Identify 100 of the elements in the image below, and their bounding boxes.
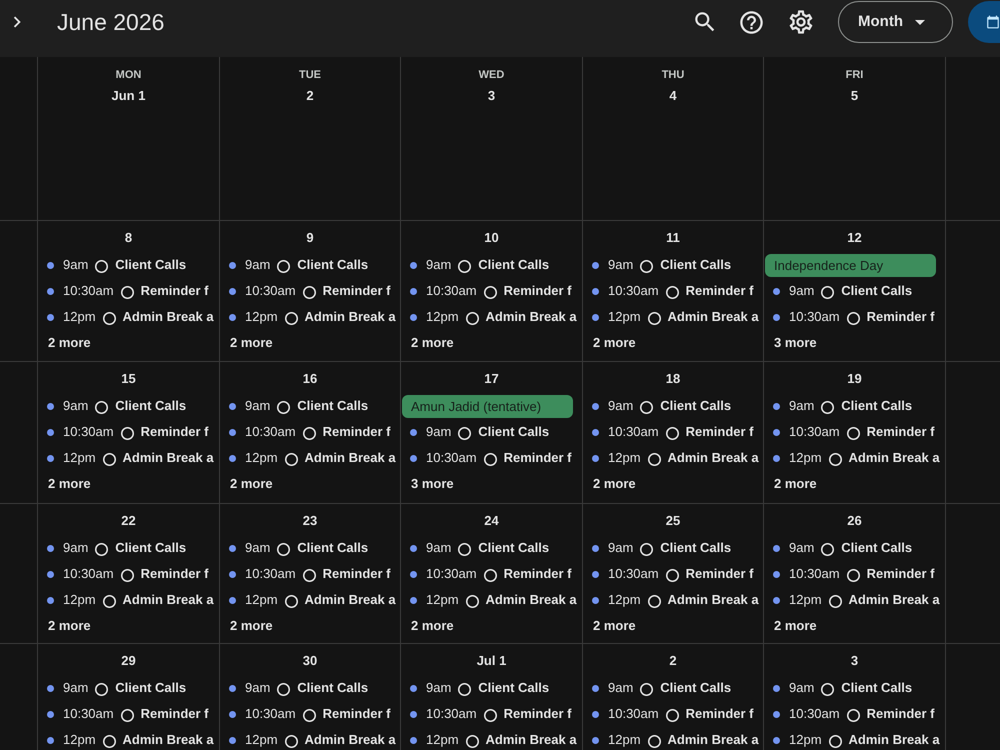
more-events-link[interactable]: 2 more — [48, 618, 91, 634]
event-item[interactable]: 12pm Admin Break a — [592, 592, 759, 608]
more-events-link[interactable]: 2 more — [48, 335, 91, 351]
event-item[interactable]: 12pm Admin Break a — [47, 592, 214, 608]
more-events-link[interactable]: 2 more — [411, 335, 454, 351]
event-item[interactable]: 9am Client Calls — [592, 257, 732, 273]
date-number[interactable]: 5 — [850, 88, 858, 104]
event-item[interactable]: 10:30am Reminder f — [47, 424, 208, 440]
event-item[interactable]: 9am Client Calls — [47, 680, 186, 696]
event-item[interactable]: 9am Client Calls — [47, 257, 186, 273]
date-number[interactable]: 11 — [666, 230, 680, 246]
event-item[interactable]: 12pm Admin Break a — [47, 732, 214, 748]
date-number[interactable]: 24 — [484, 513, 499, 529]
event-item[interactable]: 12pm Admin Break a — [229, 309, 396, 325]
event-item[interactable]: 10:30am Reminder f — [592, 283, 754, 299]
event-item[interactable]: 9am Client Calls — [47, 398, 186, 414]
event-item[interactable]: 12pm Admin Break a — [592, 309, 759, 325]
event-item[interactable]: 9am Client Calls — [229, 540, 368, 556]
event-item[interactable]: 12pm Admin Break a — [773, 450, 940, 466]
date-number[interactable]: 18 — [666, 371, 680, 387]
more-events-link[interactable]: 2 more — [774, 618, 817, 634]
date-number[interactable]: 29 — [121, 653, 136, 669]
event-item[interactable]: 10:30am Reminder f — [229, 283, 390, 299]
date-number[interactable]: 8 — [124, 230, 132, 246]
date-number[interactable]: 23 — [302, 513, 318, 529]
event-item[interactable]: 12pm Admin Break a — [410, 309, 577, 325]
date-number[interactable]: 4 — [669, 88, 677, 104]
event-item[interactable]: 12pm Admin Break a — [47, 450, 214, 466]
event-item[interactable]: 9am Client Calls — [410, 424, 550, 440]
event-item[interactable]: 10:30am Reminder f — [592, 566, 754, 582]
event-item[interactable]: 10:30am Reminder f — [229, 566, 390, 582]
event-item[interactable]: 9am Client Calls — [773, 540, 912, 556]
event-item[interactable]: 12pm Admin Break a — [229, 450, 396, 466]
event-item[interactable]: 9am Client Calls — [592, 398, 732, 414]
event-item[interactable]: 12pm Admin Break a — [47, 309, 214, 325]
date-number[interactable]: 9 — [306, 230, 314, 246]
date-number[interactable]: Jul 1 — [476, 653, 506, 669]
event-item[interactable]: 10:30am Reminder f — [410, 566, 572, 582]
more-events-link[interactable]: 2 more — [593, 618, 636, 634]
event-item[interactable]: 9am Client Calls — [773, 283, 912, 299]
event-item[interactable]: 10:30am Reminder f — [229, 706, 390, 722]
more-events-link[interactable]: 2 more — [593, 476, 636, 492]
date-number[interactable]: 3 — [488, 88, 496, 104]
date-number[interactable]: 30 — [302, 653, 318, 669]
date-number[interactable]: Jun 1 — [112, 88, 146, 104]
event-item[interactable]: 10:30am Reminder f — [773, 706, 934, 722]
more-events-link[interactable]: 2 more — [593, 335, 636, 351]
event-item[interactable]: 10:30am Reminder f — [410, 283, 572, 299]
date-number[interactable]: 17 — [484, 371, 499, 387]
event-item[interactable]: 9am Client Calls — [773, 398, 912, 414]
event-item[interactable]: 10:30am Reminder f — [410, 706, 572, 722]
date-number[interactable]: 2 — [669, 653, 677, 669]
more-events-link[interactable]: 2 more — [48, 476, 91, 492]
date-number[interactable]: 10 — [484, 230, 499, 246]
date-number[interactable]: 3 — [850, 653, 858, 669]
event-item[interactable]: 9am Client Calls — [229, 398, 368, 414]
event-item[interactable]: 10:30am Reminder f — [229, 424, 390, 440]
event-item[interactable]: 9am Client Calls — [229, 680, 368, 696]
event-item[interactable]: 9am Client Calls — [410, 257, 550, 273]
event-item[interactable]: 10:30am Reminder f — [773, 566, 934, 582]
event-item[interactable]: 10:30am Reminder f — [773, 424, 934, 440]
event-item[interactable]: 9am Client Calls — [47, 540, 186, 556]
date-number[interactable]: 19 — [847, 371, 862, 387]
event-item[interactable]: 10:30am Reminder f — [47, 283, 208, 299]
event-item[interactable]: 12pm Admin Break a — [229, 592, 396, 608]
more-events-link[interactable]: 3 more — [774, 335, 817, 351]
event-item[interactable]: 9am Client Calls — [773, 680, 912, 696]
date-number[interactable]: 2 — [306, 88, 314, 104]
more-events-link[interactable]: 2 more — [230, 476, 273, 492]
calendar-view-button[interactable] — [968, 1, 1000, 43]
event-item[interactable]: 9am Client Calls — [592, 540, 732, 556]
more-events-link[interactable]: 2 more — [230, 618, 273, 634]
event-item[interactable]: 9am Client Calls — [592, 680, 732, 696]
date-number[interactable]: 25 — [666, 513, 680, 529]
all-day-event[interactable]: Amun Jadid (tentative) — [402, 394, 573, 418]
event-item[interactable]: 9am Client Calls — [410, 540, 550, 556]
event-item[interactable]: 10:30am Reminder f — [410, 450, 572, 466]
view-dropdown-button[interactable]: Month — [838, 1, 953, 43]
event-item[interactable]: 10:30am Reminder f — [592, 706, 754, 722]
event-item[interactable]: 12pm Admin Break a — [592, 732, 759, 748]
date-number[interactable]: 12 — [847, 230, 862, 246]
event-item[interactable]: 12pm Admin Break a — [229, 732, 396, 748]
event-item[interactable]: 12pm Admin Break a — [410, 592, 577, 608]
event-item[interactable]: 9am Client Calls — [410, 680, 550, 696]
event-item[interactable]: 10:30am Reminder f — [592, 424, 754, 440]
more-events-link[interactable]: 2 more — [774, 476, 817, 492]
more-events-link[interactable]: 3 more — [411, 476, 454, 492]
date-number[interactable]: 26 — [847, 513, 862, 529]
date-number[interactable]: 22 — [121, 513, 136, 529]
event-item[interactable]: 12pm Admin Break a — [773, 732, 940, 748]
more-events-link[interactable]: 2 more — [230, 335, 273, 351]
date-number[interactable]: 15 — [121, 371, 136, 387]
event-item[interactable]: 10:30am Reminder f — [773, 309, 934, 325]
event-item[interactable]: 10:30am Reminder f — [47, 566, 208, 582]
all-day-event[interactable]: Independence Day — [765, 254, 936, 276]
event-item[interactable]: 12pm Admin Break a — [773, 592, 940, 608]
event-item[interactable]: 9am Client Calls — [229, 257, 368, 273]
event-item[interactable]: 12pm Admin Break a — [592, 450, 759, 466]
more-events-link[interactable]: 2 more — [411, 618, 454, 634]
date-number[interactable]: 16 — [302, 371, 318, 387]
